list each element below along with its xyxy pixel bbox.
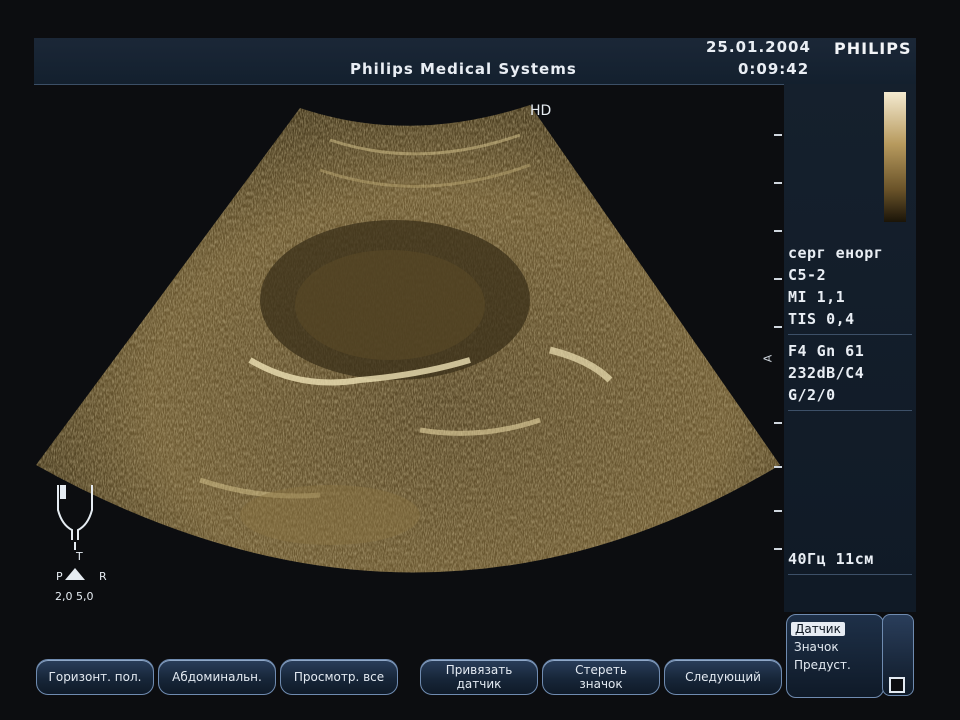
- depth-tick: [774, 326, 782, 328]
- brand-logo: PHILIPS: [834, 39, 912, 58]
- param-line3: G/2/0: [788, 386, 836, 404]
- param-freq-depth: 40Гц 11см: [788, 550, 874, 568]
- orientation-p: P: [56, 570, 63, 583]
- depth-tick: [774, 466, 782, 468]
- depth-tick: [774, 422, 782, 424]
- param-probe: С5-2: [788, 266, 827, 284]
- depth-tick: [774, 278, 782, 280]
- softkey-view-all[interactable]: Просмотр. все: [280, 659, 398, 695]
- param-tis: TIS 0,4: [788, 310, 855, 328]
- depth-tick: [774, 230, 782, 232]
- menu-item-preset[interactable]: Предуст.: [794, 658, 851, 672]
- softkey-erase-mark[interactable]: Стереть значок: [542, 659, 660, 695]
- param-preset: серг енорг: [788, 244, 884, 262]
- orientation-t: T: [76, 550, 83, 563]
- softkey-attach-probe[interactable]: Привязать датчик: [420, 659, 538, 695]
- menu-item-probe[interactable]: Датчик: [791, 622, 845, 636]
- depth-tick: [774, 548, 782, 550]
- softkey-next[interactable]: Следующий: [664, 659, 782, 695]
- ultrasound-screen: Philips Medical Systems 25.01.2004 0:09:…: [0, 0, 960, 720]
- depth-tick: [774, 510, 782, 512]
- separator: [788, 574, 912, 575]
- param-mi: MI 1,1: [788, 288, 846, 306]
- exam-date: 25.01.2004: [706, 38, 811, 56]
- separator: [788, 410, 912, 411]
- softkey-abdominal[interactable]: Абдоминальн.: [158, 659, 276, 695]
- focus-marker: A: [761, 354, 775, 363]
- depth-tick: [774, 182, 782, 184]
- exam-time: 0:09:42: [738, 60, 810, 78]
- orientation-r: R: [99, 570, 107, 583]
- param-line1: F4 Gn 61: [788, 342, 865, 360]
- orientation-values: 2,0 5,0: [55, 590, 94, 603]
- param-line2: 232dB/C4: [788, 364, 865, 382]
- checkbox-square-icon[interactable]: [889, 677, 905, 693]
- depth-tick: [774, 134, 782, 136]
- softkey-horizontal[interactable]: Горизонт. пол.: [36, 659, 154, 695]
- system-name: Philips Medical Systems: [350, 60, 577, 78]
- separator: [788, 334, 912, 335]
- menu-item-mark[interactable]: Значок: [794, 640, 839, 654]
- mode-label: HD: [530, 103, 552, 119]
- grayscale-bar: [884, 92, 906, 222]
